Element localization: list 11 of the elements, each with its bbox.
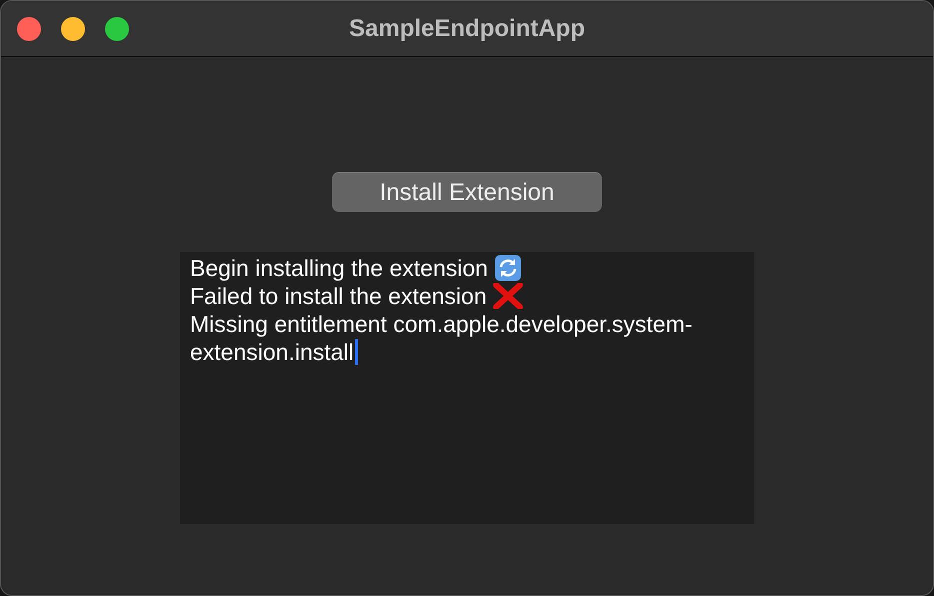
log-line: Missing entitlement com.apple.developer.system-extension.install (190, 310, 694, 366)
install-button[interactable]: Install Extension (332, 172, 602, 212)
log-text-area[interactable]: Begin installing the extension Failed to install the extension Missing entitlement com.apple.developer.system-extension.install (180, 252, 754, 524)
log-line: Begin installing the extension (190, 254, 488, 282)
zoom-button[interactable] (105, 16, 129, 40)
log-line: Failed to install the extension (190, 282, 487, 310)
cross-icon (492, 283, 523, 309)
refresh-icon (494, 255, 522, 281)
close-button[interactable] (17, 16, 41, 40)
window-title: SampleEndpointApp (348, 14, 586, 44)
minimize-button[interactable] (61, 16, 85, 40)
